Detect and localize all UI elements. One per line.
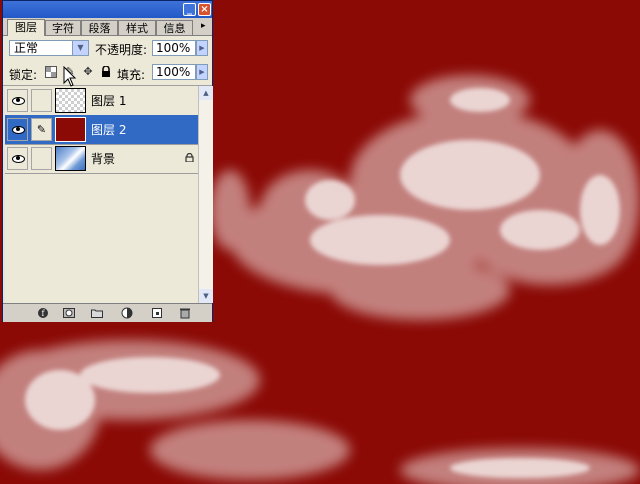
close-button[interactable]: × <box>198 3 211 16</box>
eye-icon <box>12 126 25 134</box>
layer-row-layer1[interactable]: 图层 1 <box>5 86 198 116</box>
link-toggle[interactable] <box>31 89 52 112</box>
fill-label: 填充: <box>117 68 146 82</box>
palette-menu-icon[interactable]: ▸ <box>201 21 206 31</box>
tab-layers[interactable]: 图层 <box>7 19 45 36</box>
layer-name[interactable]: 背景 <box>91 150 115 167</box>
minimize-button[interactable]: _ <box>183 3 196 16</box>
blend-mode-value: 正常 <box>14 41 39 55</box>
layer-row-background[interactable]: 背景 <box>5 144 198 174</box>
fill-slider-button[interactable]: ▶ <box>196 64 208 80</box>
visibility-toggle[interactable] <box>7 118 28 141</box>
opacity-slider-button[interactable]: ▶ <box>196 40 208 56</box>
layer-name[interactable]: 图层 1 <box>91 92 126 109</box>
adjustment-icon[interactable] <box>121 307 133 319</box>
trash-icon[interactable] <box>179 307 191 319</box>
blend-opacity-row: 正常 ▼ 不透明度: 100% ▶ <box>3 36 212 61</box>
opacity-input[interactable]: 100% <box>152 40 196 56</box>
lock-transparent-icon[interactable] <box>45 66 57 78</box>
lock-icon[interactable] <box>100 65 112 78</box>
chevron-down-icon[interactable]: ▼ <box>72 41 88 55</box>
link-icon[interactable]: f <box>37 307 49 319</box>
visibility-toggle[interactable] <box>7 147 28 170</box>
opacity-label: 不透明度: <box>95 43 148 57</box>
scroll-down-button[interactable]: ▼ <box>199 289 213 303</box>
lock-fill-row: 锁定: ✎ ✥ 填充: 100% ▶ <box>3 61 212 86</box>
layer-row-layer2[interactable]: ✎ 图层 2 <box>5 115 198 145</box>
layer-thumbnail <box>55 88 86 113</box>
fill-input[interactable]: 100% <box>152 64 196 80</box>
layers-list: 图层 1 ✎ 图层 2 背景 <box>5 86 198 303</box>
eye-icon <box>12 155 25 163</box>
padlock-icon <box>185 153 194 162</box>
visibility-toggle[interactable] <box>7 89 28 112</box>
layer-thumbnail <box>55 146 86 171</box>
palette-bottom-toolbar: f <box>3 303 212 322</box>
mouse-cursor-icon <box>63 66 77 87</box>
tab-info[interactable]: 信息 <box>156 20 193 35</box>
palette-tabs: 图层 字符 段落 样式 信息 ▸ <box>3 18 212 36</box>
palette-titlebar[interactable]: _ × <box>3 1 212 18</box>
scroll-up-button[interactable]: ▲ <box>199 86 213 100</box>
layer-name[interactable]: 图层 2 <box>91 121 126 138</box>
link-toggle[interactable] <box>31 147 52 170</box>
eye-icon <box>12 97 25 105</box>
new-layer-icon[interactable] <box>151 307 163 319</box>
brush-icon[interactable]: ✎ <box>31 118 52 141</box>
layers-palette: _ × 图层 字符 段落 样式 信息 ▸ 正常 ▼ 不透明度: 100% ▶ 锁… <box>2 0 213 322</box>
blend-mode-select[interactable]: 正常 ▼ <box>9 40 89 56</box>
lock-label: 锁定: <box>9 68 38 82</box>
move-icon[interactable]: ✥ <box>82 66 94 78</box>
tab-paragraph[interactable]: 段落 <box>81 20 118 35</box>
layer-thumbnail <box>55 117 86 142</box>
tab-character[interactable]: 字符 <box>45 20 81 35</box>
tab-styles[interactable]: 样式 <box>118 20 156 35</box>
mask-icon[interactable] <box>63 307 75 319</box>
layers-scrollbar[interactable]: ▲ ▼ <box>198 86 213 303</box>
folder-icon[interactable] <box>91 307 103 319</box>
